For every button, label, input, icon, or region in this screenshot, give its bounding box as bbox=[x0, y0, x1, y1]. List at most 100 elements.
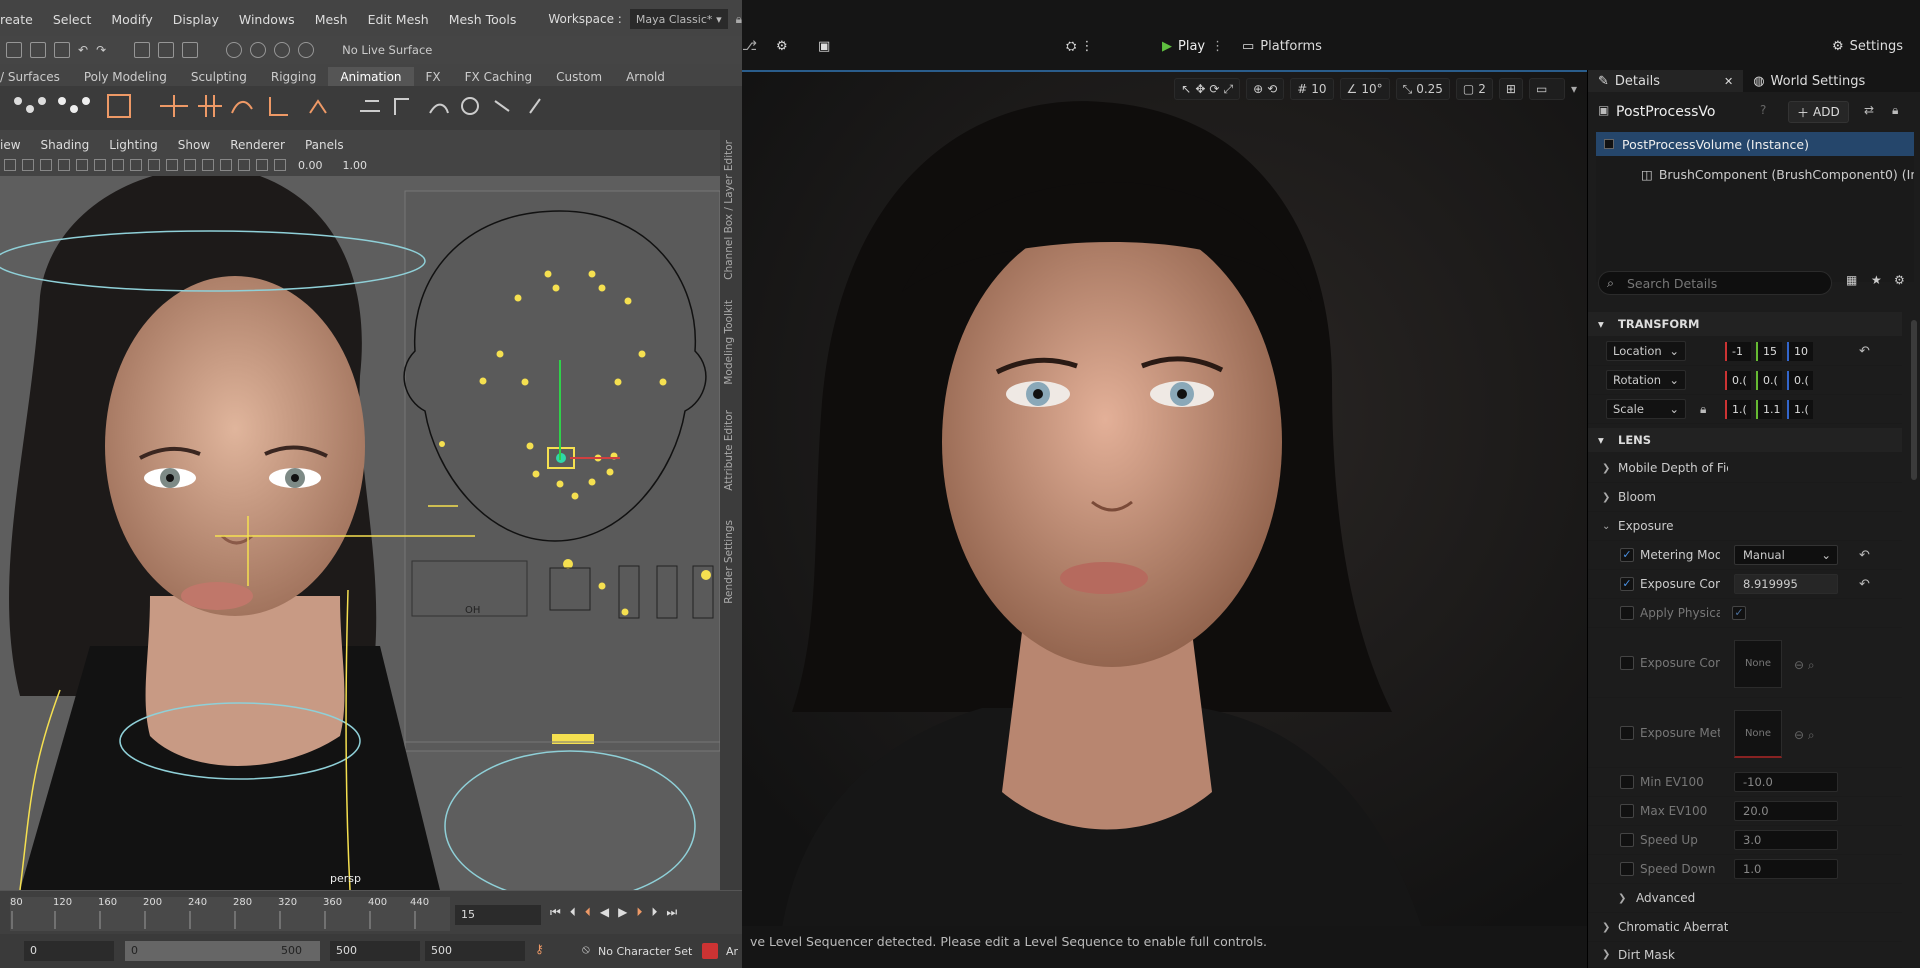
close-icon[interactable]: ✕ bbox=[1724, 75, 1733, 88]
location-dropdown[interactable]: Location ⌄ bbox=[1606, 341, 1686, 361]
component-item-root[interactable]: PostProcessVolume (Instance) bbox=[1596, 132, 1914, 156]
move-icon[interactable]: ✥ bbox=[1195, 82, 1205, 96]
apply-physical-checkbox[interactable] bbox=[1620, 606, 1634, 620]
mode-icon[interactable]: ⎇ bbox=[742, 39, 757, 54]
section-transform[interactable]: ▾ TRANSFORM bbox=[1588, 312, 1902, 336]
layout-button[interactable]: ⊞ bbox=[1498, 78, 1523, 100]
location-y-field[interactable]: 15 bbox=[1756, 341, 1782, 361]
image-plane-icon[interactable] bbox=[40, 159, 52, 171]
go-to-start-icon[interactable]: ⏮ bbox=[550, 905, 561, 920]
scale-x-field[interactable]: 1.( bbox=[1725, 399, 1751, 419]
time-ruler[interactable]: 80 120 160 200 240 280 320 360 400 440 4… bbox=[10, 897, 450, 931]
bookmark-icon[interactable] bbox=[22, 159, 34, 171]
rotation-x-field[interactable]: 0.( bbox=[1725, 370, 1751, 390]
browse-icon[interactable]: ⊖ ⌕ bbox=[1794, 658, 1815, 673]
reset-icon[interactable]: ↶ bbox=[1859, 344, 1870, 359]
tab-details[interactable]: ✎ Details ✕ bbox=[1588, 70, 1744, 92]
play-forward-icon[interactable]: ▶ bbox=[618, 905, 627, 920]
menu-windows[interactable]: Windows bbox=[229, 12, 305, 27]
details-scrollbar[interactable] bbox=[1911, 320, 1917, 480]
snap-point-icon[interactable] bbox=[274, 42, 291, 58]
scale-dropdown[interactable]: Scale ⌄ bbox=[1606, 399, 1686, 419]
actor-name[interactable]: PostProcessVo bbox=[1616, 104, 1756, 120]
snap-curve-icon[interactable] bbox=[250, 42, 267, 58]
shelf-tab-poly-modeling[interactable]: Poly Modeling bbox=[72, 67, 179, 87]
chromatic-row[interactable]: ❯ Chromatic Aberrati bbox=[1588, 913, 1902, 942]
viewport-layout-button[interactable]: ▭ bbox=[1528, 78, 1565, 100]
auto-key-icon[interactable] bbox=[702, 943, 718, 959]
tab-world-settings[interactable]: ◍ World Settings bbox=[1743, 70, 1875, 92]
play-button[interactable]: ▶ Play ⋮ bbox=[1162, 39, 1224, 54]
smooth-shade-icon[interactable] bbox=[166, 159, 178, 171]
platforms-button[interactable]: ▭ Platforms bbox=[1242, 39, 1322, 54]
rotation-y-field[interactable]: 0.( bbox=[1756, 370, 1782, 390]
browse-icon[interactable]: ⊖ ⌕ bbox=[1794, 728, 1815, 743]
speed-up-field[interactable]: 3.0 bbox=[1734, 830, 1838, 850]
gear-icon[interactable]: ⚙ bbox=[1894, 273, 1905, 287]
add-component-button[interactable]: ＋ ADD bbox=[1788, 101, 1849, 123]
gate-mask-icon[interactable] bbox=[112, 159, 124, 171]
meter-mask-thumbnail[interactable]: None bbox=[1734, 710, 1782, 758]
max-ev-field[interactable]: 20.0 bbox=[1734, 801, 1838, 821]
lock-icon[interactable]: 🔒︎ bbox=[1892, 103, 1898, 118]
exposure-row[interactable]: ⌄ Exposure bbox=[1588, 512, 1902, 541]
location-x-field[interactable]: -1 bbox=[1725, 341, 1751, 361]
workspace-dropdown[interactable]: Maya Classic* ▾ bbox=[629, 9, 728, 29]
curve-asset-thumbnail[interactable]: None bbox=[1734, 640, 1782, 688]
rotate-icon[interactable]: ⟳ bbox=[1209, 82, 1219, 96]
shelf-tab-arnold[interactable]: Arnold bbox=[614, 67, 677, 87]
step-back-icon[interactable]: ⏴ bbox=[570, 905, 576, 920]
scale-icon[interactable]: ⤢ bbox=[1223, 82, 1233, 97]
menu-view[interactable]: iew bbox=[0, 138, 31, 152]
shelf-tab-surfaces[interactable]: / Surfaces bbox=[0, 67, 72, 87]
play-back-icon[interactable]: ◀ bbox=[600, 905, 609, 920]
menu-renderer[interactable]: Renderer bbox=[220, 138, 295, 152]
mobile-dof-row[interactable]: ❯ Mobile Depth of Fie bbox=[1588, 454, 1902, 483]
shelf-tab-rigging[interactable]: Rigging bbox=[259, 67, 328, 87]
metering-mode-dropdown[interactable]: Manual ⌄ bbox=[1734, 545, 1838, 565]
grid-icon[interactable] bbox=[58, 159, 70, 171]
speed-down-checkbox[interactable] bbox=[1620, 862, 1634, 876]
snap-grid-icon[interactable] bbox=[226, 42, 243, 58]
exposure-comp-field[interactable]: 8.919995 bbox=[1734, 574, 1838, 594]
safe-action-icon[interactable] bbox=[130, 159, 142, 171]
chevron-down-icon[interactable]: ▾ bbox=[1571, 82, 1577, 96]
shelf-tab-sculpting[interactable]: Sculpting bbox=[179, 67, 259, 87]
range-end-field[interactable]: 500 bbox=[330, 941, 420, 961]
undo-icon[interactable]: ↶ bbox=[78, 43, 88, 57]
reset-icon[interactable]: ↶ bbox=[1859, 548, 1870, 563]
maya-viewport[interactable]: OH persp bbox=[0, 176, 720, 890]
scale-y-field[interactable]: 1.1 bbox=[1756, 399, 1782, 419]
xray-icon[interactable] bbox=[274, 159, 286, 171]
anim-end-field[interactable]: 500 bbox=[425, 941, 525, 961]
select-icon[interactable]: ↖ bbox=[1181, 82, 1191, 96]
textured-icon[interactable] bbox=[184, 159, 196, 171]
menu-lighting[interactable]: Lighting bbox=[99, 138, 168, 152]
component-item-brush[interactable]: ◫ BrushComponent (BrushComponent0) (Inher… bbox=[1596, 162, 1914, 186]
rotation-snap[interactable]: ∠ 10° bbox=[1339, 78, 1390, 100]
camera-attrs-icon[interactable] bbox=[4, 159, 16, 171]
go-to-end-icon[interactable]: ⏭ bbox=[666, 905, 677, 920]
lighting-icon[interactable] bbox=[202, 159, 214, 171]
exposure-meter-checkbox[interactable] bbox=[1620, 725, 1634, 740]
ao-icon[interactable] bbox=[238, 159, 250, 171]
character-set-label[interactable]: No Character Set bbox=[598, 945, 692, 958]
shelf-tab-animation[interactable]: Animation bbox=[328, 67, 414, 87]
save-scene-icon[interactable] bbox=[54, 42, 70, 58]
side-tab-attribute-editor[interactable]: Attribute Editor bbox=[723, 410, 735, 491]
rotation-dropdown[interactable]: Rotation ⌄ bbox=[1606, 370, 1686, 390]
dirt-mask-row[interactable]: ❯ Dirt Mask bbox=[1588, 942, 1902, 968]
blueprint-icon[interactable]: ⇄ bbox=[1864, 103, 1874, 117]
camera-speed[interactable]: ▢ 2 bbox=[1455, 78, 1493, 100]
metering-mode-checkbox[interactable]: ✓ bbox=[1620, 548, 1634, 562]
menu-create[interactable]: reate bbox=[0, 12, 43, 27]
wireframe-icon[interactable] bbox=[148, 159, 160, 171]
shelf-tab-fx[interactable]: FX bbox=[414, 67, 453, 87]
rotation-z-field[interactable]: 0.( bbox=[1787, 370, 1813, 390]
step-forward-icon[interactable]: ⏵ bbox=[651, 905, 657, 920]
shelf-tab-custom[interactable]: Custom bbox=[544, 67, 614, 87]
range-slider-bar[interactable]: 0 500 bbox=[125, 941, 320, 961]
range-start-field[interactable]: 0 bbox=[24, 941, 114, 961]
menu-mesh[interactable]: Mesh bbox=[305, 12, 358, 27]
side-tab-render-settings[interactable]: Render Settings bbox=[723, 520, 735, 604]
